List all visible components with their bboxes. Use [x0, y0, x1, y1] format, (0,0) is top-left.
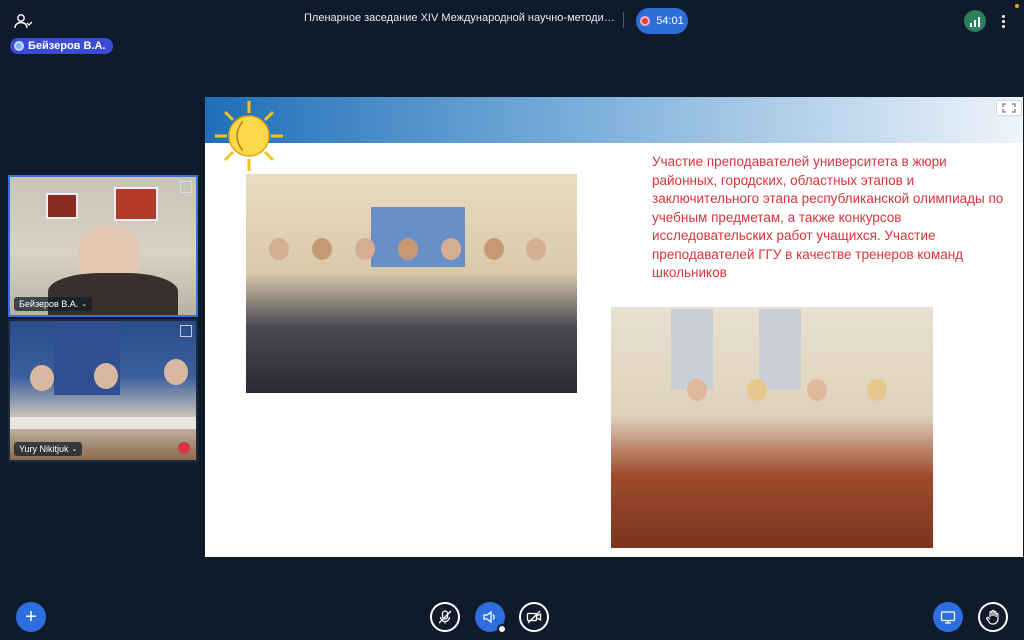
photo-head: [440, 238, 461, 260]
recording-timer[interactable]: 54:01: [636, 8, 688, 34]
person-head: [94, 363, 118, 389]
fullscreen-button[interactable]: [996, 100, 1022, 116]
photo-head: [526, 238, 547, 260]
expand-icon[interactable]: [180, 325, 192, 337]
participants-icon: [14, 14, 32, 29]
person-head: [164, 359, 188, 385]
speaker-status-dot: [497, 624, 507, 634]
timer-value: 54:01: [656, 15, 684, 27]
signal-bar: [974, 20, 976, 27]
speaker-toggle-button[interactable]: [475, 602, 507, 634]
photo-heads: [258, 238, 558, 278]
person-head: [30, 365, 54, 391]
photo-poster: [671, 309, 713, 389]
more-options-button[interactable]: [996, 10, 1010, 32]
active-speaker-chip: Бейзеров В.А.: [10, 38, 114, 54]
shared-presentation-slide: Участие преподавателей университета в жю…: [205, 97, 1023, 557]
photo-head: [312, 238, 333, 260]
meeting-title: Пленарное заседание XIV Международной на…: [304, 12, 616, 24]
add-button[interactable]: +: [16, 602, 46, 632]
video-tile-speaker[interactable]: Бейзеров В.А. ⌄: [8, 175, 198, 317]
photo-head: [747, 379, 767, 401]
table: [10, 417, 196, 429]
screen-share-button[interactable]: [933, 602, 963, 632]
participants-button[interactable]: [12, 10, 34, 32]
raise-hand-icon: [986, 609, 999, 625]
photo-poster: [759, 309, 801, 389]
photo-head: [807, 379, 827, 401]
chevron-down-icon: ⌄: [81, 301, 88, 308]
slide-photo-jury-table: [611, 307, 933, 548]
sun-logo-icon: [215, 101, 283, 171]
slide-body-text: Участие преподавателей университета в жю…: [652, 154, 1004, 280]
more-icon: [1001, 14, 1005, 18]
photo-head: [483, 238, 504, 260]
microphone-toggle-button[interactable]: [430, 602, 460, 632]
title-divider: [623, 12, 624, 28]
expand-icon[interactable]: [180, 181, 192, 193]
mic-off-icon: [178, 442, 190, 454]
photo-heads: [667, 379, 907, 429]
fullscreen-icon: [1002, 103, 1016, 113]
more-dot: [1001, 24, 1005, 28]
screen-share-icon: [940, 611, 956, 624]
speaker-icon: [483, 610, 495, 624]
photo-head: [687, 379, 707, 401]
plus-icon: +: [25, 605, 37, 628]
wall-picture: [114, 187, 158, 221]
camera-off-icon: [526, 610, 542, 624]
tile-name-label: Бейзеров В.А. ⌄: [14, 297, 93, 311]
photo-head: [355, 238, 376, 260]
photo-head: [397, 238, 418, 260]
chevron-down-icon: ⌄: [71, 446, 78, 453]
slide-header-band: [205, 97, 1023, 143]
wall-picture: [46, 193, 78, 219]
raise-hand-button[interactable]: [978, 602, 1008, 632]
signal-icon: [970, 23, 972, 27]
photo-head: [867, 379, 887, 401]
photo-head: [269, 238, 290, 260]
connection-quality-button[interactable]: [964, 10, 986, 32]
tile-name-text: Yury Nikitjuk: [19, 444, 69, 454]
camera-toggle-button[interactable]: [519, 602, 549, 632]
notification-dot: [1015, 4, 1019, 8]
video-tile-participant[interactable]: Yury Nikitjuk ⌄: [8, 319, 198, 462]
tile-name-label: Yury Nikitjuk ⌄: [14, 442, 83, 456]
more-dot: [1001, 19, 1005, 23]
slide-photo-jury-group: [246, 174, 577, 393]
active-speaker-name: Бейзеров В.А.: [28, 40, 106, 52]
record-icon: [640, 16, 651, 26]
speaking-indicator-icon: [14, 41, 24, 51]
signal-bar: [978, 17, 980, 27]
microphone-icon: [438, 610, 452, 624]
tile-name-text: Бейзеров В.А.: [19, 299, 79, 309]
